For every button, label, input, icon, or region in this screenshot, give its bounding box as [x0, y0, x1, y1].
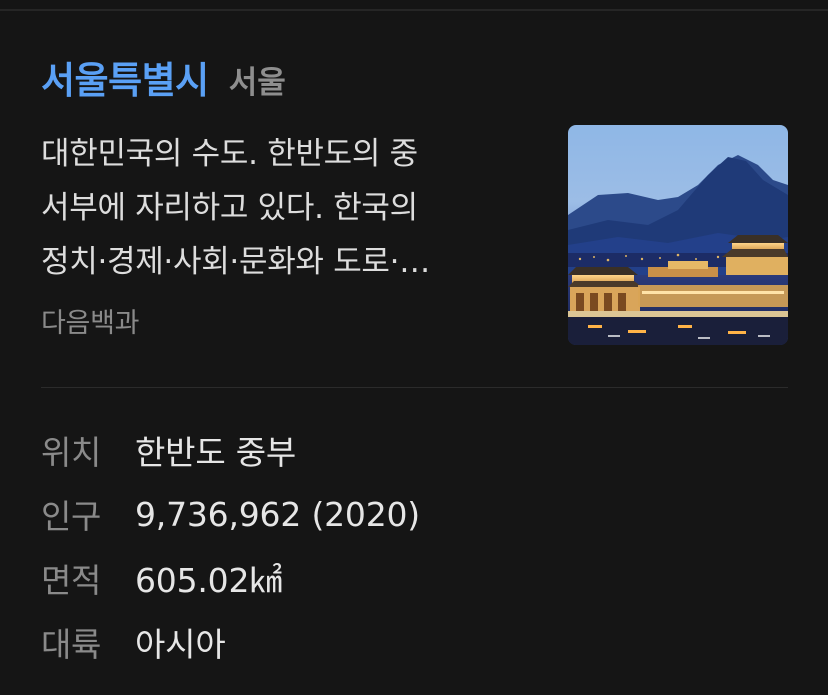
knowledge-card: 서울특별시 서울 대한민국의 수도. 한반도의 중 서부에 자리하고 있다. 한…	[0, 0, 828, 695]
info-row-area: 면적 605.02㎢	[41, 546, 788, 610]
page-title[interactable]: 서울특별시	[41, 50, 209, 104]
description-line: 정치·경제·사회·문화와 도로·…	[41, 244, 430, 280]
info-key: 인구	[41, 497, 102, 536]
page-subtitle: 서울	[228, 65, 286, 101]
top-divider	[0, 9, 828, 11]
info-value: 아시아	[135, 625, 226, 664]
info-row-location: 위치 한반도 중부	[41, 418, 788, 482]
source-link[interactable]: 다음백과	[41, 301, 139, 340]
thumbnail-image[interactable]	[568, 125, 788, 345]
info-key: 면적	[41, 561, 102, 600]
info-row-population: 인구 9,736,962 (2020)	[41, 482, 788, 546]
info-value: 9,736,962 (2020)	[135, 494, 420, 534]
info-value: 한반도 중부	[135, 433, 297, 472]
info-list: 위치 한반도 중부 인구 9,736,962 (2020) 면적 605.02㎢…	[41, 418, 788, 674]
seoul-night-photo-icon	[568, 125, 788, 345]
description[interactable]: 대한민국의 수도. 한반도의 중 서부에 자리하고 있다. 한국의 정치·경제·…	[41, 127, 531, 289]
info-key: 위치	[41, 433, 102, 472]
section-divider	[41, 387, 788, 388]
description-line: 서부에 자리하고 있다. 한국의	[41, 190, 418, 226]
info-row-continent: 대륙 아시아	[41, 610, 788, 674]
info-value: 605.02㎢	[135, 561, 283, 600]
info-key: 대륙	[41, 625, 102, 664]
description-line: 대한민국의 수도. 한반도의 중	[41, 136, 418, 172]
title-row: 서울특별시 서울	[41, 50, 286, 102]
